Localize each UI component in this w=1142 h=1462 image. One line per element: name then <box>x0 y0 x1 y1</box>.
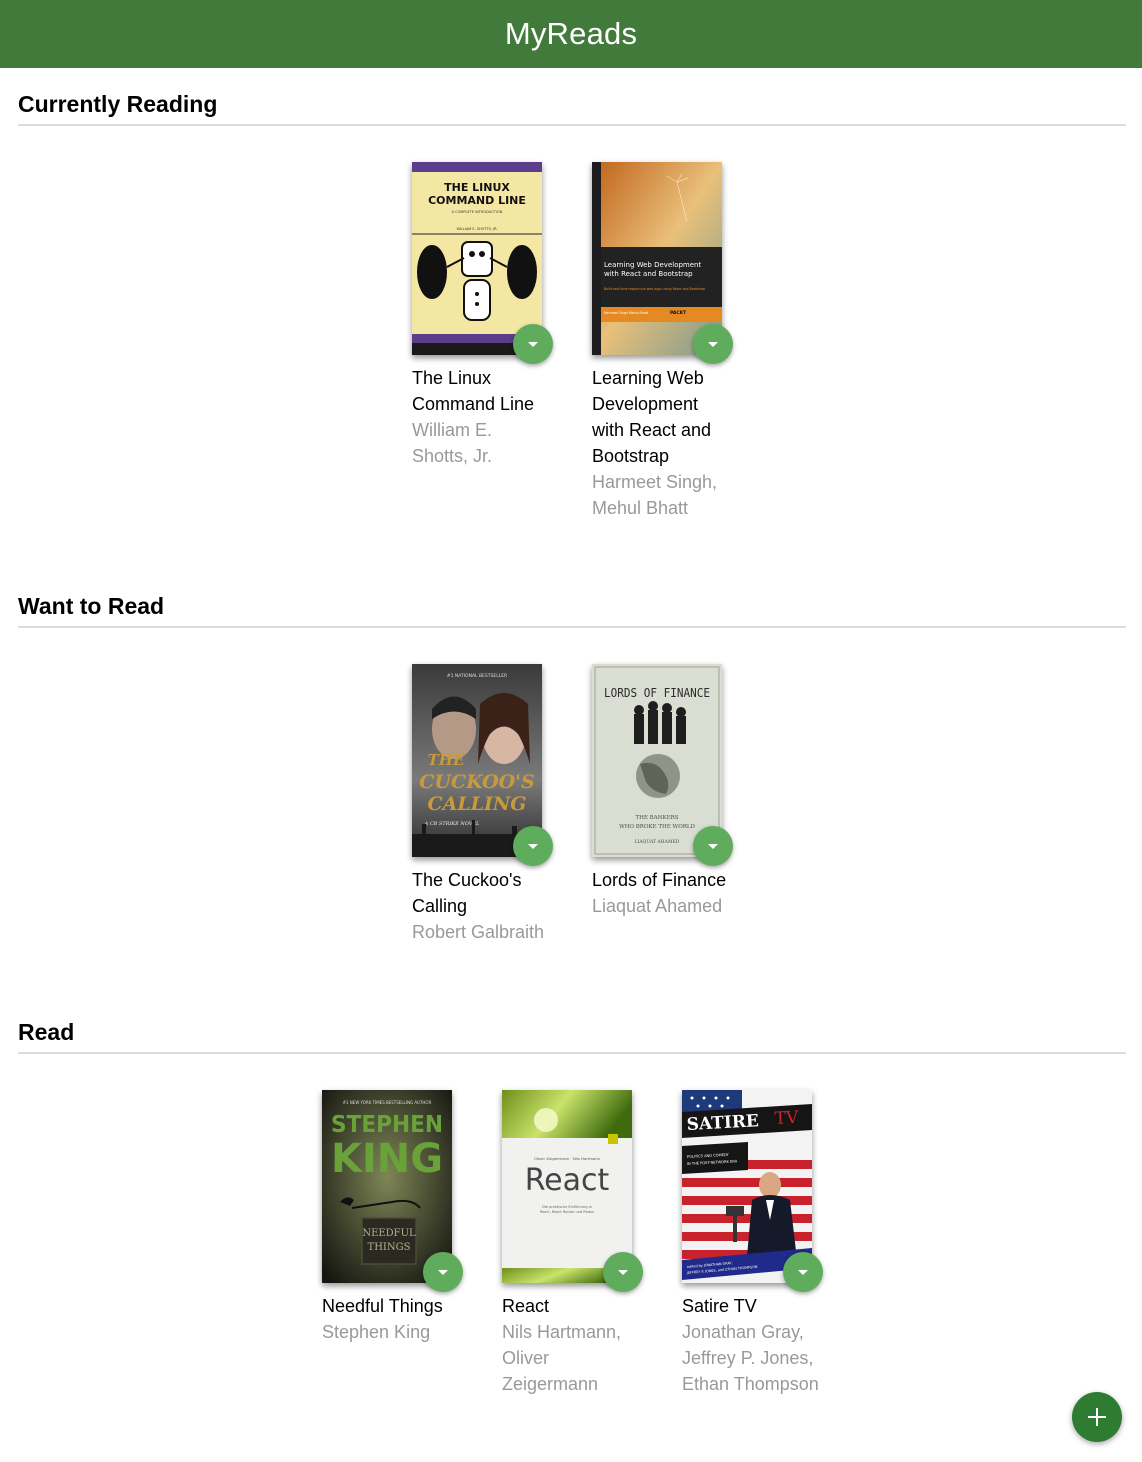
cover-title-line: React <box>525 1163 610 1198</box>
book-title: Needful Things <box>322 1296 443 1316</box>
shelf-currently-reading: Currently Reading THE LINUX COMMAND LINE… <box>18 86 1126 518</box>
chevron-down-icon <box>528 843 538 849</box>
cover-subtitle: Die praktische Einführung in <box>542 1205 592 1209</box>
cover-title-line: CUCKOO'S <box>419 771 534 793</box>
cover-authors: Oliver Zeigermann · Nils Hartmann <box>534 1156 601 1161</box>
cover-title-line: SATIRE <box>686 1111 759 1135</box>
chevron-down-icon <box>708 843 718 849</box>
chevron-down-icon <box>618 1269 628 1275</box>
book-authors: Liaquat Ahamed <box>592 896 723 916</box>
cover-title-line: THE <box>428 751 465 769</box>
cover-top-line: #1 NATIONAL BESTSELLER <box>447 673 507 679</box>
cover-subtitle: Build real-time responsive web apps usin… <box>604 287 705 291</box>
book-top: SATIRE TV POLITICS AND COMEDY IN THE POS… <box>682 1090 823 1292</box>
book-top: Oliver Zeigermann · Nils Hartmann React … <box>502 1090 643 1292</box>
cover-subtitle: THE BANKERS <box>635 815 678 821</box>
book-item: Oliver Zeigermann · Nils Hartmann React … <box>502 1090 643 1397</box>
shelf-changer-button[interactable] <box>783 1252 823 1292</box>
book-authors: Robert Galbraith <box>412 922 545 942</box>
cover-author: LIAQUAT AHAMED <box>635 839 680 845</box>
shelf-changer-button[interactable] <box>423 1252 463 1292</box>
cover-title-line: with React and Bootstrap <box>604 270 693 278</box>
shelf-changer-button[interactable] <box>693 826 733 866</box>
plus-icon <box>1088 1408 1106 1426</box>
book-top: #1 NEW YORK TIMES BESTSELLING AUTHOR STE… <box>322 1090 463 1292</box>
book-title: Learning Web Development with React and … <box>592 368 712 466</box>
book-title: The Cuckoo's Calling <box>412 870 522 916</box>
cover-title-line: KING <box>331 1136 443 1182</box>
shelf-want-to-read: Want to Read #1 NATIONAL BESTSELLER THE … <box>18 588 1126 942</box>
cover-top-line: #1 NEW YORK TIMES BESTSELLING AUTHOR <box>343 1100 432 1105</box>
book-top: THE LINUX COMMAND LINE A COMPLETE INTROD… <box>412 162 553 364</box>
book-title: React <box>502 1296 550 1316</box>
add-book-button[interactable] <box>1072 1392 1122 1442</box>
book-title: The Linux Command Line <box>412 368 535 414</box>
chevron-down-icon <box>528 341 538 347</box>
shelf-changer-button[interactable] <box>513 324 553 364</box>
app-header: MyReads <box>0 0 1142 68</box>
book-grid: #1 NEW YORK TIMES BESTSELLING AUTHOR STE… <box>18 1090 1126 1397</box>
book-item: SATIRE TV POLITICS AND COMEDY IN THE POS… <box>682 1090 823 1397</box>
book-item: LORDS OF FINANCE THE BANKERS WHO BROKE T… <box>592 664 733 945</box>
cover-title-line: STEPHEN <box>331 1112 443 1138</box>
cover-title-line: TV <box>774 1108 799 1129</box>
book-top: #1 NATIONAL BESTSELLER THE CUCKOO'S CALL… <box>412 664 553 866</box>
cover-title-line: COMMAND LINE <box>428 194 526 207</box>
shelf-changer-button[interactable] <box>693 324 733 364</box>
book-title: Satire TV <box>682 1296 757 1316</box>
shelf-changer-button[interactable] <box>603 1252 643 1292</box>
book-item: Learning Web Development with React and … <box>592 162 733 521</box>
cover-publisher: PACKT <box>670 310 687 316</box>
cover-author: Harmeet Singh Mehul Bhatt <box>604 311 649 315</box>
book-item: #1 NEW YORK TIMES BESTSELLING AUTHOR STE… <box>322 1090 463 1397</box>
app-title: MyReads <box>504 16 638 51</box>
cover-subtitle: A CB STRIKE NOVEL <box>424 821 480 827</box>
cover-sign-line: NEEDFUL <box>362 1228 416 1239</box>
chevron-down-icon <box>798 1269 808 1275</box>
cover-title-line: THE LINUX <box>444 181 510 194</box>
cover-subtitle: React, React Router und Redux <box>540 1210 595 1214</box>
book-grid: #1 NATIONAL BESTSELLER THE CUCKOO'S CALL… <box>18 664 1126 945</box>
book-authors: Nils Hartmann, Oliver Zeigermann <box>502 1322 622 1394</box>
chevron-down-icon <box>708 341 718 347</box>
cover-title-line: CALLING <box>427 793 526 815</box>
chevron-down-icon <box>438 1269 448 1275</box>
book-grid: THE LINUX COMMAND LINE A COMPLETE INTROD… <box>18 162 1126 521</box>
book-item: #1 NATIONAL BESTSELLER THE CUCKOO'S CALL… <box>412 664 553 945</box>
cover-kicker: A COMPLETE INTRODUCTION <box>452 210 503 214</box>
book-authors: Stephen King <box>322 1322 431 1342</box>
book-title: Lords of Finance <box>592 870 727 890</box>
shelf-title: Want to Read <box>18 588 1126 628</box>
cover-subtitle: WHO BROKE THE WORLD <box>619 824 695 830</box>
shelf-changer-button[interactable] <box>513 826 553 866</box>
book-authors: Jonathan Gray, Jeffrey P. Jones, Ethan T… <box>682 1322 819 1394</box>
cover-sign-line: THINGS <box>368 1242 411 1253</box>
shelf-title: Read <box>18 1014 1126 1054</box>
shelf-title: Currently Reading <box>18 86 1126 126</box>
book-authors: Harmeet Singh, Mehul Bhatt <box>592 472 718 518</box>
shelf-read: Read #1 NEW YORK TIMES BESTSELLING AUTHO… <box>18 1014 1126 1394</box>
book-top: LORDS OF FINANCE THE BANKERS WHO BROKE T… <box>592 664 733 866</box>
cover-title-line: LORDS OF FINANCE <box>604 685 710 700</box>
book-top: Learning Web Development with React and … <box>592 162 733 364</box>
book-item: THE LINUX COMMAND LINE A COMPLETE INTROD… <box>412 162 553 521</box>
cover-title-line: Learning Web Development <box>604 261 701 269</box>
cover-author: WILLIAM E. SHOTTS, JR. <box>456 227 497 231</box>
book-authors: William E. Shotts, Jr. <box>412 420 493 466</box>
